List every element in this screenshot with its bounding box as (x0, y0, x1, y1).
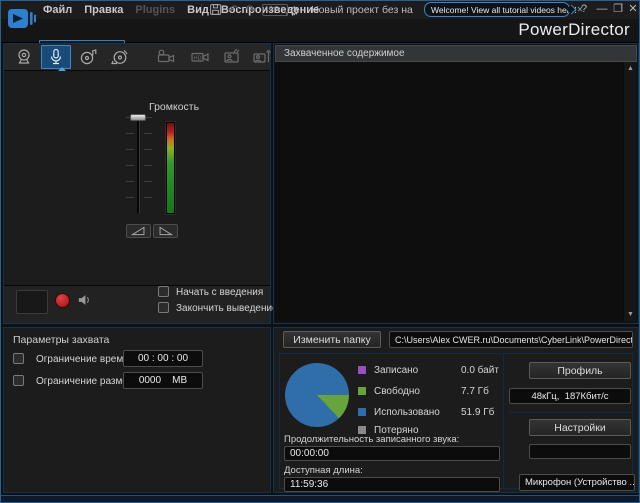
change-folder-button[interactable]: Изменить папку (283, 331, 381, 348)
captured-content-header: Захваченное содержимое (275, 45, 637, 62)
microphone-icon[interactable] (41, 45, 71, 69)
profile-settings-divider (509, 412, 633, 413)
aspect-ratio-selector[interactable]: 16:9 ˅ (262, 4, 288, 16)
info-divider (503, 353, 504, 489)
svg-text:HD: HD (194, 55, 202, 61)
help-button[interactable]: ? (577, 1, 591, 17)
legend-label-used: Использовано (374, 407, 440, 418)
speaker-icon[interactable] (77, 293, 92, 312)
end-fade-checkbox[interactable] (158, 302, 169, 313)
tv-signal-icon[interactable] (217, 45, 247, 69)
end-fade-label: Закончить выведением (176, 303, 285, 314)
minimize-button[interactable]: — (595, 1, 609, 17)
capture-source-row: HD (4, 44, 270, 71)
titlebar: Файл Правка Plugins Вид Воспроизведение … (1, 1, 640, 19)
gear-icon[interactable]: ⚙ (289, 2, 300, 20)
recorded-duration-label: Продолжительность записанного звука: (284, 434, 459, 445)
selected-source-caret (58, 67, 66, 71)
dvd-disc-icon[interactable] (105, 45, 135, 69)
time-limit-checkbox[interactable] (13, 353, 24, 364)
scroll-up-icon[interactable]: ▲ (624, 63, 637, 74)
fade-out-button[interactable] (153, 224, 178, 238)
redo-icon[interactable]: ↷ (245, 1, 256, 19)
start-fade-checkbox[interactable] (158, 286, 169, 297)
start-fade-label: Начать с введения (176, 287, 263, 298)
volume-ticks-right (144, 117, 152, 213)
brand-logo-text: PowerDirector (518, 20, 630, 40)
undo-icon[interactable]: ↶ (228, 1, 239, 19)
app-logo-icon (7, 5, 37, 38)
record-button[interactable] (55, 293, 70, 308)
capture-folder-path[interactable]: C:\Users\Alex CWER.ru\Documents\CyberLin… (389, 331, 633, 348)
menu-plugins[interactable]: Plugins (129, 1, 181, 19)
welcome-tooltip: Welcome! View all tutorial videos here! … (424, 2, 570, 17)
fade-in-button[interactable] (126, 224, 151, 238)
menu-file[interactable]: Файл (37, 1, 78, 19)
menu-edit[interactable]: Правка (78, 1, 129, 19)
powerdirector-window: Файл Правка Plugins Вид Воспроизведение … (0, 0, 640, 503)
size-limit-checkbox[interactable] (13, 375, 24, 386)
recorded-duration-field: 00:00:00 (284, 446, 500, 461)
legend-swatch-recorded (357, 365, 367, 375)
scrollbar[interactable]: ▲ ▼ (623, 62, 636, 321)
close-button[interactable]: ✕ (626, 1, 640, 17)
captured-content-list[interactable] (275, 62, 623, 321)
profile-button[interactable]: Профиль (529, 362, 631, 379)
welcome-tooltip-text: Welcome! View all tutorial videos here! (431, 5, 577, 15)
webcam-icon[interactable] (9, 45, 39, 69)
hd-camcorder-icon[interactable]: HD (185, 45, 215, 69)
legend-value-recorded: 0.0 байт (461, 365, 499, 376)
window-bottom-edge (1, 495, 640, 503)
volume-slider-handle[interactable] (130, 114, 146, 121)
captured-content-title: Захваченное содержимое (284, 48, 405, 59)
capture-timecode-box (16, 290, 48, 314)
disk-pie (285, 363, 349, 427)
legend-label-recorded: Записано (374, 365, 418, 376)
toolbar-separator: | (200, 3, 203, 15)
audio-level-meter (165, 121, 176, 215)
capture-params-title: Параметры захвата (13, 334, 109, 346)
scroll-down-icon[interactable]: ▼ (624, 309, 637, 320)
legend-value-used: 51.9 Гб (461, 407, 494, 418)
capture-device-field[interactable]: Микрофон (Устройство ... (519, 474, 635, 491)
audio-cd-icon[interactable] (73, 45, 103, 69)
legend-value-free: 7.7 Гб (461, 386, 489, 397)
available-length-label: Доступная длина: (284, 465, 363, 476)
maximize-button[interactable]: ❐ (611, 1, 625, 17)
time-limit-field[interactable]: 00 : 00 : 00 (123, 350, 203, 367)
settings-empty-field (529, 444, 631, 459)
volume-label: Громкость (149, 101, 199, 113)
camcorder-icon[interactable] (151, 45, 181, 69)
legend-swatch-used (357, 407, 367, 417)
profile-value-field: 48кГц, 187Кбит/с (509, 388, 631, 404)
project-title: Новый проект без на (311, 4, 413, 16)
available-length-field: 11:59:36 (284, 477, 500, 492)
size-limit-field[interactable]: 0000 MB (123, 372, 203, 389)
volume-slider-track[interactable] (137, 117, 140, 213)
legend-label-free: Свободно (374, 386, 420, 397)
legend-swatch-free (357, 386, 367, 396)
volume-ticks-left (126, 117, 134, 213)
settings-button[interactable]: Настройки (529, 419, 631, 436)
